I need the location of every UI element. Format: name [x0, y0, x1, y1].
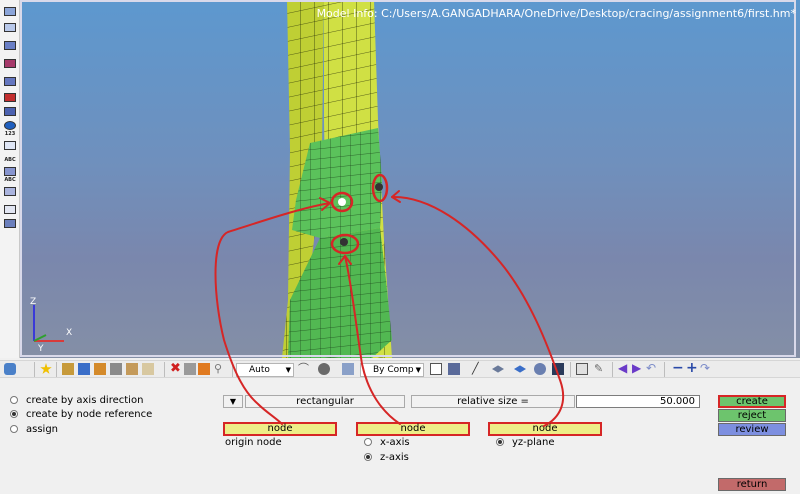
shaded-icon[interactable]	[448, 363, 460, 375]
mask-icon[interactable]	[3, 204, 17, 215]
auto-dropdown[interactable]: Auto ▼	[236, 363, 294, 377]
move-icon[interactable]	[110, 363, 122, 375]
left-toolbar: 123 ABC ABC	[0, 0, 20, 358]
curve-icon[interactable]	[3, 140, 17, 151]
return-button[interactable]: return	[718, 478, 786, 491]
radio-dot	[10, 425, 18, 433]
lasso-icon[interactable]: ⌒	[298, 363, 310, 375]
favorite-icon[interactable]	[40, 363, 52, 374]
next-view-icon[interactable]: ▶	[632, 362, 644, 375]
triad-x-label: X	[66, 328, 72, 338]
radio-dot-selected	[364, 453, 372, 461]
organize-icon[interactable]	[126, 363, 138, 375]
hypermesh-window: 123 ABC ABC Model Info: C:/Users/A.GANGA…	[0, 0, 800, 494]
relative-size-label: relative size =	[411, 395, 575, 408]
auto-dropdown-value: Auto	[249, 365, 270, 375]
radio-dot	[10, 396, 18, 404]
relative-size-input[interactable]: 50.000	[576, 395, 700, 408]
radio-assign[interactable]: assign	[10, 424, 58, 435]
wrench-icon[interactable]: ✎	[594, 363, 606, 375]
solid-icon[interactable]	[3, 76, 17, 87]
fit-view-icon[interactable]: ↷	[700, 362, 712, 375]
component-select-icon[interactable]	[78, 363, 90, 375]
line-icon[interactable]: ╱	[472, 363, 484, 375]
delete-icon[interactable]: ✖	[170, 362, 182, 375]
axis-node-selector[interactable]: node	[356, 422, 470, 436]
mesh-icon[interactable]	[3, 166, 17, 177]
x-axis-label: x-axis	[380, 437, 410, 448]
cube-icon[interactable]	[342, 363, 354, 375]
zoom-out-icon[interactable]: −	[672, 361, 684, 375]
transform-icon[interactable]	[3, 186, 17, 197]
grid-icon[interactable]	[576, 363, 588, 375]
label-abc-2[interactable]: ABC	[1, 177, 19, 183]
model-info-text: Model Info: C:/Users/A.GANGADHARA/OneDri…	[316, 7, 796, 20]
create-button[interactable]: create	[718, 395, 786, 408]
info-icon[interactable]	[3, 120, 17, 131]
wireframe-icon[interactable]	[430, 363, 442, 375]
zoom-in-icon[interactable]: +	[686, 361, 698, 375]
origin-node-selector[interactable]: node	[223, 422, 337, 436]
node-z-marker	[340, 238, 348, 246]
surface-icon[interactable]	[3, 58, 17, 69]
by-comp-dropdown[interactable]: By Comp ▼	[360, 363, 424, 377]
element-view-icon[interactable]	[514, 365, 526, 373]
radio-x-axis[interactable]: x-axis	[364, 437, 410, 448]
main-toolbar: ✖ ⚲ Auto ▼ ⌒ By Comp ▼ ╱ ✎ ◀ ▶ ↶ − + ↷	[0, 360, 800, 378]
yz-plane-label: yz-plane	[512, 437, 555, 448]
shape-icon[interactable]	[318, 363, 330, 375]
radio-dot-selected	[496, 438, 504, 446]
component-icon[interactable]	[3, 22, 17, 33]
z-axis-label: z-axis	[380, 452, 409, 463]
view-icon[interactable]	[3, 6, 17, 17]
radio-z-axis[interactable]: z-axis	[364, 452, 409, 463]
load-icon[interactable]	[3, 106, 17, 117]
shade-icon[interactable]	[3, 92, 17, 103]
radio-node-reference-label: create by node reference	[26, 409, 153, 420]
fe-mesh-model[interactable]	[20, 0, 800, 358]
element-icon[interactable]	[3, 40, 17, 51]
radio-yz-plane[interactable]: yz-plane	[496, 437, 555, 448]
system-type-toggle[interactable]: ▼	[223, 395, 243, 408]
chevron-down-icon: ▼	[229, 397, 237, 406]
radio-axis-direction-label: create by axis direction	[26, 395, 144, 406]
system-type-value[interactable]: rectangular	[245, 395, 405, 408]
axis-triad: Z X Y	[30, 297, 72, 353]
translate-icon[interactable]	[198, 363, 210, 375]
radio-dot	[364, 438, 372, 446]
rotate-icon[interactable]	[4, 363, 16, 375]
review-button[interactable]: review	[718, 423, 786, 436]
by-comp-dropdown-value: By Comp	[373, 365, 414, 375]
plane-icon[interactable]	[492, 365, 504, 373]
lock-icon[interactable]	[3, 218, 17, 229]
collector-icon[interactable]	[62, 363, 74, 375]
radio-create-by-node-reference[interactable]: create by node reference	[10, 409, 152, 420]
previous-view-icon[interactable]: ◀	[618, 362, 630, 375]
origin-node-caption: origin node	[225, 437, 282, 448]
sphere-icon[interactable]	[534, 363, 546, 375]
triad-z-label: Z	[30, 297, 36, 307]
copy-icon[interactable]	[184, 363, 196, 375]
graphics-viewport[interactable]: Model Info: C:/Users/A.GANGADHARA/OneDri…	[20, 0, 800, 358]
numbering-label[interactable]: 123	[1, 131, 19, 137]
node-origin-marker	[338, 198, 346, 206]
node-x-marker	[375, 183, 383, 191]
label-abc-1[interactable]: ABC	[1, 157, 19, 163]
reject-button[interactable]: reject	[718, 409, 786, 422]
plane-node-selector[interactable]: node	[488, 422, 602, 436]
triad-y-label: Y	[37, 344, 44, 353]
radio-assign-label: assign	[26, 424, 59, 435]
find-icon[interactable]: ⚲	[214, 363, 226, 375]
assembly-icon[interactable]	[94, 363, 106, 375]
radio-create-by-axis-direction[interactable]: create by axis direction	[10, 395, 143, 406]
isolate-icon[interactable]	[142, 363, 154, 375]
radio-dot-selected	[10, 410, 18, 418]
undo-view-icon[interactable]: ↶	[646, 362, 658, 375]
screen-icon[interactable]	[552, 363, 564, 375]
